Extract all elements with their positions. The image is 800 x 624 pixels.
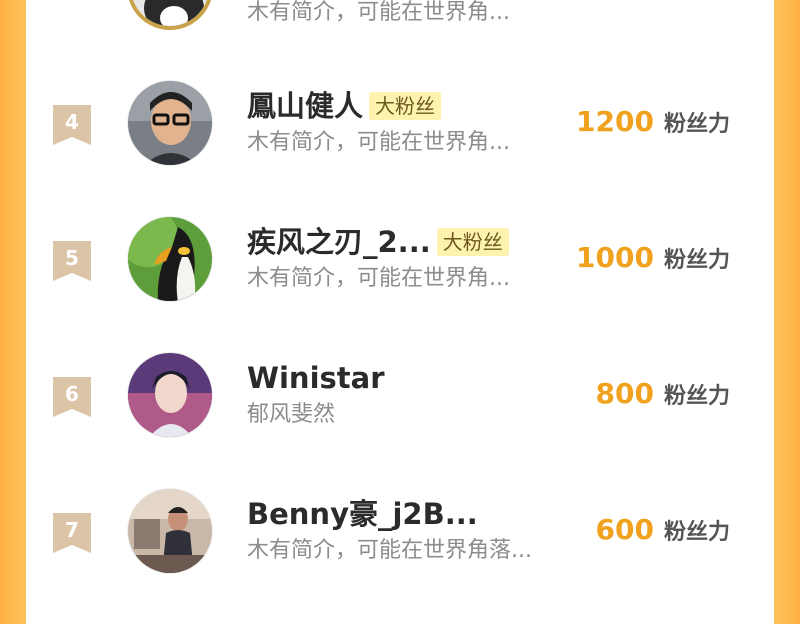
leaderboard-row[interactable]: 6 Winistar 郁风斐然 800 粉丝力 [26,352,774,462]
score-value: 600 [595,513,654,546]
anime-character-avatar-icon [128,353,212,437]
score-value: 1000 [576,241,654,274]
user-bio: 木有简介，可能在世界角... [247,0,510,25]
user-bio: 木有简介，可能在世界角... [247,266,510,291]
user-bio: 木有简介，可能在世界角... [247,130,510,155]
user-name[interactable]: Benny豪_j2B... [247,496,478,532]
user-name-line: Winistar [247,360,385,396]
user-bio: 木有简介，可能在世界角落... [247,538,532,563]
user-name[interactable]: 鳳山健人 [247,88,363,124]
fan-badge: 大粉丝 [369,92,442,120]
fan-power-score: 600 粉丝力 [596,512,730,551]
avatar[interactable] [127,0,213,30]
fan-power-score: 1000 粉丝力 [576,240,730,279]
leaderboard-row[interactable]: 7 Benny豪_j2B... 木有简介，可能在世界角落... 600 粉丝力 [26,488,774,598]
rank-ribbon: 7 [53,513,91,553]
fan-power-score: 1200 粉丝力 [576,104,730,143]
rank-number: 6 [65,382,79,406]
fan-power-score: 800 粉丝力 [596,376,730,415]
score-unit: 粉丝力 [663,112,730,137]
user-name-line: Benny豪_j2B... [247,496,478,532]
penguin-avatar-icon [128,217,212,301]
person-photo-avatar-icon [128,489,212,573]
score-value: 800 [595,377,654,410]
score-unit: 粉丝力 [663,248,730,273]
leaderboard-row-partial[interactable]: 木有简介，可能在世界角... [26,0,774,56]
fan-leaderboard-card: 木有简介，可能在世界角... 4 鳳山健人 大粉丝 木有简介，可能在世界角...… [26,0,774,624]
score-value: 1200 [576,105,654,138]
score-unit: 粉丝力 [663,384,730,409]
man-with-glasses-avatar-icon [128,81,212,165]
fan-badge: 大粉丝 [436,228,509,256]
rank-number: 4 [65,110,79,134]
user-name-line: 疾风之刃_2... 大粉丝 [247,224,509,260]
rank-ribbon: 5 [53,241,91,281]
rank-ribbon-icon [53,0,91,26]
user-name-line: 鳳山健人 大粉丝 [247,88,442,124]
rank-ribbon: 6 [53,377,91,417]
score-unit: 粉丝力 [663,520,730,545]
rank-number: 5 [65,246,79,270]
avatar[interactable] [127,216,213,302]
user-bio: 郁风斐然 [247,402,336,427]
leaderboard-row[interactable]: 5 疾风之刃_2... 大粉丝 木有简介，可能在世界角... 1000 粉丝力 [26,216,774,326]
leaderboard-row[interactable]: 4 鳳山健人 大粉丝 木有简介，可能在世界角... 1200 粉丝力 [26,80,774,190]
rank-ribbon: 4 [53,105,91,145]
avatar[interactable] [127,80,213,166]
avatar[interactable] [127,352,213,438]
rank-number: 7 [65,518,79,542]
user-name[interactable]: 疾风之刃_2... [247,224,431,260]
user-name[interactable]: Winistar [247,360,385,396]
avatar[interactable] [127,488,213,574]
